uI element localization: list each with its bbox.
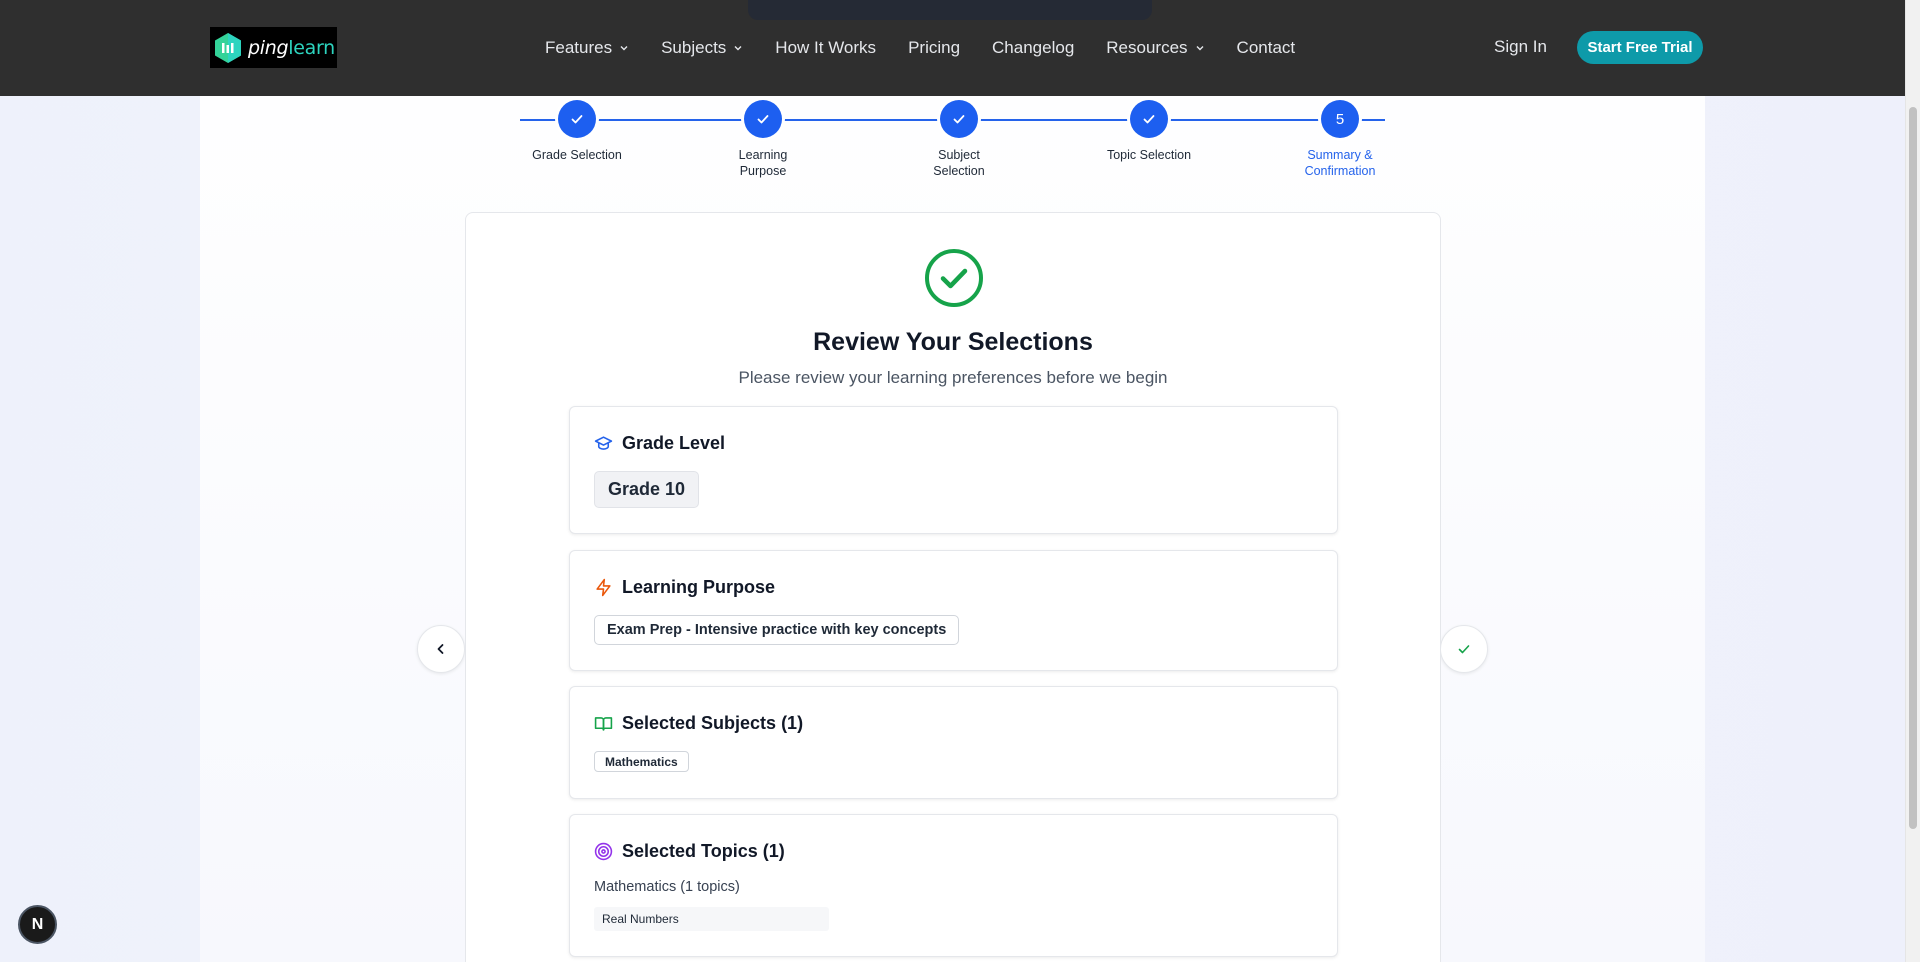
check-circle-icon (925, 249, 983, 307)
topic-group-label: Mathematics (1 topics) (594, 879, 740, 895)
grade-level-heading: Grade Level (594, 433, 725, 454)
step-learning-purpose[interactable]: Learning Purpose (698, 100, 828, 179)
learning-purpose-section: Learning Purpose Exam Prep - Intensive p… (569, 550, 1338, 671)
confirm-step-button[interactable] (1440, 625, 1488, 673)
nav-link-resources[interactable]: Resources (1106, 38, 1204, 58)
step-label: Grade Selection (532, 148, 622, 162)
chevron-left-icon (437, 644, 444, 654)
sign-in-link[interactable]: Sign In (1494, 37, 1547, 57)
nav-links: Features Subjects How It Works Pricing C… (545, 0, 1327, 96)
selected-subjects-section: Selected Subjects (1) Mathematics (569, 686, 1338, 799)
start-free-trial-button[interactable]: Start Free Trial (1577, 31, 1703, 64)
check-icon (1130, 100, 1168, 138)
nav-link-subjects[interactable]: Subjects (661, 38, 743, 58)
step-topic-selection[interactable]: Topic Selection (1084, 100, 1214, 163)
check-icon (940, 100, 978, 138)
review-card: Review Your Selections Please review you… (465, 212, 1441, 962)
target-icon (594, 842, 613, 861)
selected-topics-heading: Selected Topics (1) (594, 841, 785, 862)
step-summary-confirmation[interactable]: 5 Summary & Confirmation (1275, 100, 1405, 179)
dev-tools-badge[interactable]: N (18, 905, 57, 944)
topic-chip: Real Numbers (594, 907, 829, 931)
logo-wordmark: pinglearn (248, 36, 335, 59)
step-subject-selection[interactable]: Subject Selection (894, 100, 1024, 179)
step-grade-selection[interactable]: Grade Selection (517, 100, 637, 163)
learning-purpose-chip: Exam Prep - Intensive practice with key … (594, 615, 960, 645)
step-label: Learning Purpose (738, 148, 788, 178)
scrollbar-thumb[interactable] (1909, 107, 1917, 829)
previous-step-button[interactable] (417, 625, 465, 673)
chevron-down-icon (734, 46, 742, 51)
logo-hexagon-icon (214, 32, 242, 64)
nav-link-how-it-works[interactable]: How It Works (775, 38, 876, 58)
selected-topics-section: Selected Topics (1) Mathematics (1 topic… (569, 814, 1338, 957)
nav-link-features[interactable]: Features (545, 38, 629, 58)
step-label: Topic Selection (1106, 148, 1192, 162)
grade-value-chip: Grade 10 (594, 471, 700, 508)
pinglearn-logo[interactable]: pinglearn (210, 27, 337, 68)
learning-purpose-heading: Learning Purpose (594, 577, 775, 598)
selected-subjects-heading: Selected Subjects (1) (594, 713, 803, 734)
step-label: Summary & Confirmation (1304, 148, 1376, 178)
onboarding-stepper: Grade Selection Learning Purpose Subject… (520, 100, 1390, 190)
check-icon (558, 100, 596, 138)
lightning-icon (596, 578, 611, 597)
chevron-down-icon (1196, 46, 1204, 51)
open-book-icon (594, 717, 613, 731)
review-subtitle: Please review your learning preferences … (738, 368, 1168, 387)
check-icon (1458, 645, 1470, 654)
check-icon (744, 100, 782, 138)
nav-link-changelog[interactable]: Changelog (992, 38, 1074, 58)
nav-link-pricing[interactable]: Pricing (908, 38, 960, 58)
step-label: Subject Selection (933, 148, 985, 178)
nav-link-contact[interactable]: Contact (1237, 38, 1296, 58)
subject-chip: Mathematics (594, 751, 689, 772)
chevron-down-icon (620, 46, 628, 51)
graduation-cap-icon (594, 436, 613, 450)
grade-level-section: Grade Level Grade 10 (569, 406, 1338, 534)
top-navbar: pinglearn Features Subjects How It Works… (0, 0, 1905, 96)
step-number: 5 (1321, 100, 1359, 138)
page-scrollbar[interactable] (1905, 0, 1920, 962)
review-title: Review Your Selections (813, 328, 1093, 356)
